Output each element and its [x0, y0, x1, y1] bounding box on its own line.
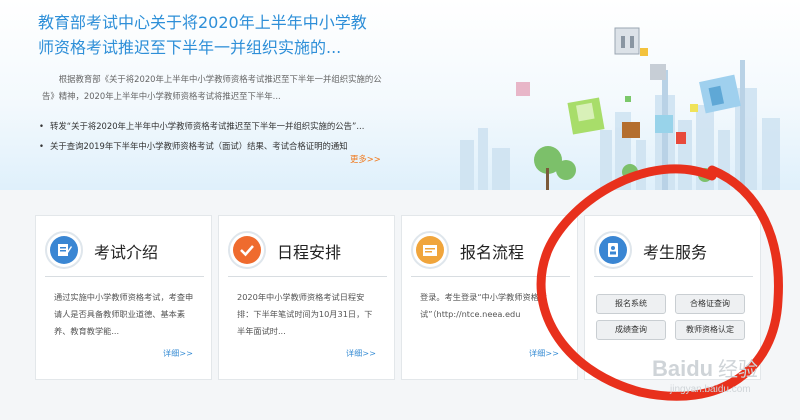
certificate-query-button[interactable]: 合格证查询 [675, 294, 745, 314]
id-card-icon [594, 231, 632, 269]
card-description: 通过实施中小学教师资格考试，考查申请人是否具备教师职业道德、基本素养、教育教学能… [54, 292, 194, 336]
headline-summary: 根据教育部《关于将2020年上半年中小学教师资格考试推迟至下半年一并组织实施的公… [42, 74, 382, 101]
form-list-icon [411, 231, 449, 269]
news-list: • 转发“关于将2020年上半年中小学教师资格考试推迟至下半年一并组织实施的公告”… [38, 116, 393, 156]
card-exam-intro[interactable]: 考试介绍 通过实施中小学教师资格考试，考查申请人是否具备教师职业道德、基本素养、… [35, 215, 212, 380]
watermark-label: 经验 [718, 357, 758, 381]
watermark-url: jingyan.baidu.com [669, 384, 751, 395]
news-item[interactable]: • 转发“关于将2020年上半年中小学教师资格考试推迟至下半年一并组织实施的公告”… [38, 116, 393, 136]
news-banner: 教育部考试中心关于将2020年上半年中小学教师资格考试推迟至下半年一并组织实施的… [0, 0, 800, 190]
card-title: 日程安排 [277, 243, 342, 262]
baidu-watermark: Baidu 经验 jingyan.baidu.com [650, 352, 780, 397]
more-link[interactable]: 更多>> [350, 153, 381, 165]
details-link[interactable]: 详细>> [163, 347, 193, 359]
card-registration[interactable]: 报名流程 登录。考生登录“中小学教师资格考试”（http://ntce.neea… [401, 215, 578, 380]
details-link[interactable]: 详细>> [529, 347, 559, 359]
card-title: 考生服务 [643, 243, 708, 262]
checkmark-icon [228, 231, 266, 269]
score-query-button[interactable]: 成绩查询 [596, 320, 666, 340]
city-illustration [460, 27, 780, 190]
bullet: • [39, 141, 44, 151]
card-header: 考生服务 [594, 231, 753, 277]
details-link[interactable]: 详细>> [346, 347, 376, 359]
teacher-certification-button[interactable]: 教师资格认定 [675, 320, 745, 340]
card-title: 报名流程 [460, 243, 525, 262]
news-item-text[interactable]: 关于查询2019年下半年中小学教师资格考试（面试）结果、考试合格证明的通知 [50, 141, 348, 151]
card-header: 日程安排 [228, 231, 387, 277]
card-schedule[interactable]: 日程安排 2020年中小学教师资格考试日程安排：下半年笔试时间为10月31日，下… [218, 215, 395, 380]
card-description: 登录。考生登录“中小学教师资格考试”（http://ntce.neea.edu [420, 292, 548, 319]
document-edit-icon [45, 231, 83, 269]
news-item[interactable]: • 关于查询2019年下半年中小学教师资格考试（面试）结果、考试合格证明的通知 [38, 136, 393, 156]
headline-link[interactable]: 教育部考试中心关于将2020年上半年中小学教师资格考试推迟至下半年一并组织实施的… [38, 10, 368, 60]
card-title: 考试介绍 [94, 243, 159, 262]
card-description: 2020年中小学教师资格考试日程安排：下半年笔试时间为10月31日，下半年面试时… [237, 292, 373, 336]
news-item-text[interactable]: 转发“关于将2020年上半年中小学教师资格考试推迟至下半年一并组织实施的公告”.… [50, 121, 364, 131]
watermark-brand: Baidu [652, 356, 713, 381]
card-header: 报名流程 [411, 231, 570, 277]
bullet: • [39, 121, 44, 131]
registration-system-button[interactable]: 报名系统 [596, 294, 666, 314]
card-header: 考试介绍 [45, 231, 204, 277]
